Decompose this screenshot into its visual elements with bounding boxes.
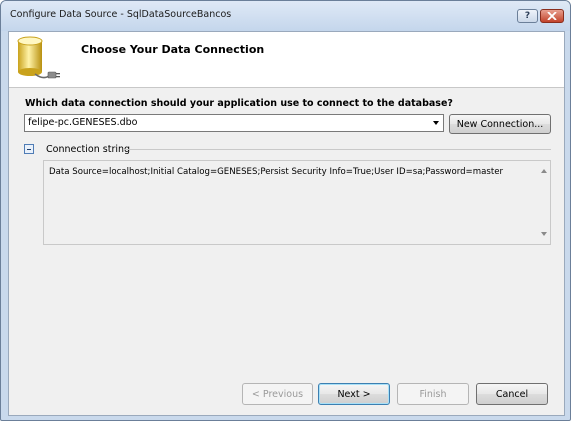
title-bar[interactable]: Configure Data Source - SqlDataSourceBan… <box>1 1 570 31</box>
cancel-button[interactable]: Cancel <box>476 383 548 405</box>
window-title: Configure Data Source - SqlDataSourceBan… <box>10 9 232 20</box>
close-button[interactable] <box>540 9 564 23</box>
connection-string-value: Data Source=localhost;Initial Catalog=GE… <box>49 167 504 177</box>
dialog-body: Choose Your Data Connection Which data c… <box>8 31 565 416</box>
connection-string-label: Connection string <box>46 144 131 155</box>
connection-question-label: Which data connection should your applic… <box>25 98 453 109</box>
connection-string-textbox[interactable]: Data Source=localhost;Initial Catalog=GE… <box>43 160 551 245</box>
dialog-window: Configure Data Source - SqlDataSourceBan… <box>0 0 571 421</box>
new-connection-button[interactable]: New Connection... <box>449 114 551 134</box>
help-icon: ? <box>524 11 531 21</box>
scroll-down-icon[interactable] <box>541 232 547 236</box>
wizard-header: Choose Your Data Connection <box>9 32 564 88</box>
chevron-down-icon <box>433 121 439 125</box>
next-button[interactable]: Next > <box>318 383 390 405</box>
selected-connection: felipe-pc.GENESES.dbo <box>28 117 138 128</box>
finish-button[interactable]: Finish <box>397 383 469 405</box>
page-title: Choose Your Data Connection <box>81 43 265 56</box>
section-divider <box>123 149 551 150</box>
help-button[interactable]: ? <box>517 9 538 23</box>
collapse-icon[interactable] <box>24 144 34 154</box>
database-plug-icon <box>17 36 60 79</box>
data-connection-select[interactable]: felipe-pc.GENESES.dbo <box>24 114 444 132</box>
scroll-up-icon[interactable] <box>541 169 547 173</box>
close-icon <box>547 12 557 20</box>
previous-button[interactable]: < Previous <box>242 383 313 405</box>
